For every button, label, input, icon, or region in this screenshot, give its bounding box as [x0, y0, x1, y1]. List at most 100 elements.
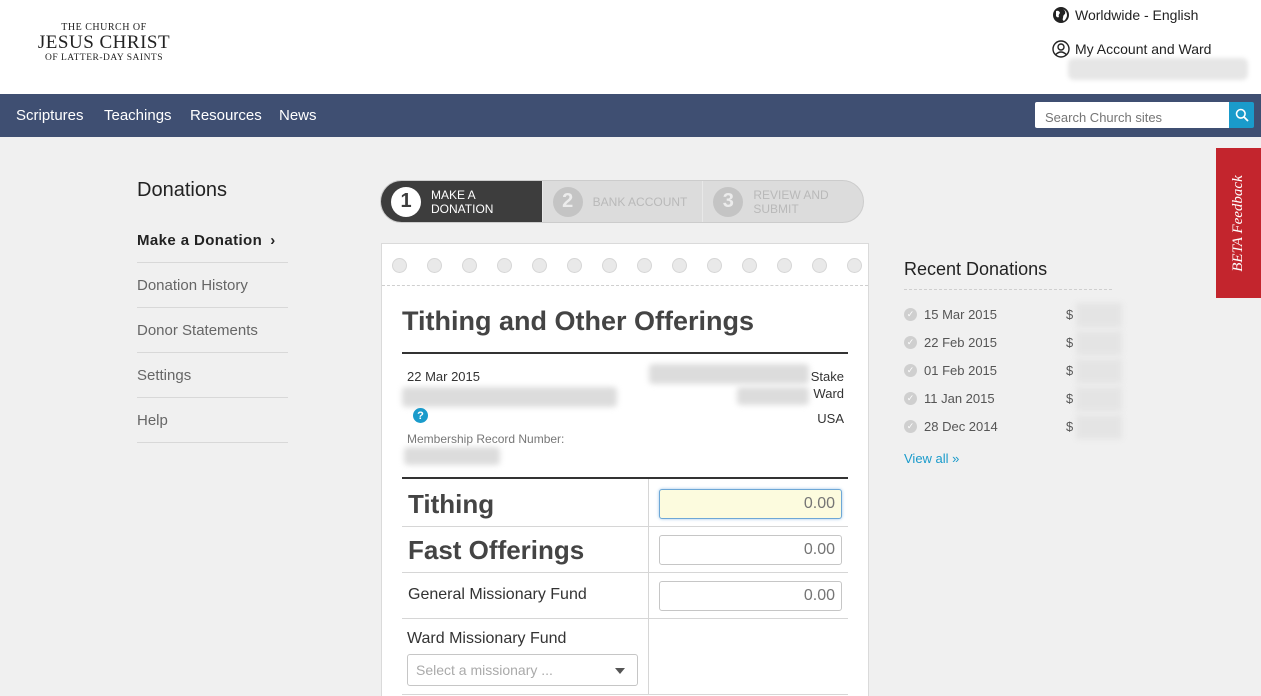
recent-donation-item: ✓ 15 Mar 2015 $ — [904, 303, 1122, 327]
user-icon — [1052, 40, 1070, 58]
language-label: Worldwide - English — [1075, 7, 1199, 23]
recent-donation-item: ✓ 11 Jan 2015 $ — [904, 387, 1122, 411]
sidebar-item-label: Donor Statements — [137, 321, 258, 339]
step-label: Review and Submit — [753, 187, 829, 216]
sidebar-item-donation-history[interactable]: Donation History — [137, 263, 288, 308]
recent-donation-item: ✓ 28 Dec 2014 $ — [904, 415, 1122, 439]
redacted-amount — [1076, 387, 1122, 411]
hole — [427, 258, 442, 273]
column-divider — [648, 573, 649, 618]
hole — [567, 258, 582, 273]
ward-label: Ward — [813, 386, 844, 401]
step-label: Bank Account — [592, 194, 688, 209]
notebook-holes — [382, 244, 868, 286]
tithing-amount-input[interactable] — [659, 489, 842, 519]
hole — [637, 258, 652, 273]
form-title: Tithing and Other Offerings — [402, 306, 755, 336]
stake-label: Stake — [810, 369, 844, 384]
hole — [602, 258, 617, 273]
sidebar-title: Donations — [137, 179, 228, 201]
language-selector[interactable]: Worldwide - English — [1052, 6, 1198, 24]
globe-icon — [1053, 7, 1069, 23]
check-icon: ✓ — [904, 392, 917, 405]
check-icon: ✓ — [904, 336, 917, 349]
recent-currency: $ — [1066, 419, 1074, 434]
step-number: 3 — [713, 186, 744, 217]
sidebar-item-label: Make a Donation — [137, 231, 263, 249]
redacted-membership-number — [404, 447, 500, 465]
hole — [812, 258, 827, 273]
site-header: THE CHURCH OF JESUS CHRIST OF LATTER-DAY… — [0, 0, 1261, 94]
redacted-amount — [1076, 331, 1122, 355]
title-divider — [402, 352, 848, 354]
general-missionary-amount-input[interactable] — [659, 581, 842, 611]
step-review-submit[interactable]: 3 Review and Submit — [702, 181, 863, 222]
fund-label: Ward Missionary Fund — [407, 630, 567, 647]
account-label: My Account and Ward — [1075, 41, 1212, 57]
donation-date: 22 Mar 2015 — [407, 369, 480, 384]
hole — [532, 258, 547, 273]
recent-date: 15 Mar 2015 — [924, 307, 997, 322]
sidebar-item-settings[interactable]: Settings — [137, 353, 288, 398]
check-icon: ✓ — [904, 420, 917, 433]
church-logo[interactable]: THE CHURCH OF JESUS CHRIST OF LATTER-DAY… — [34, 22, 174, 63]
fund-table: Tithing Fast Offerings General Missionar… — [402, 479, 848, 695]
column-divider — [648, 527, 649, 572]
nav-item-resources[interactable]: Resources — [190, 107, 262, 124]
sidebar-item-label: Settings — [137, 366, 192, 384]
fund-row-fast-offerings: Fast Offerings — [402, 527, 848, 573]
help-icon[interactable]: ? — [413, 408, 428, 423]
caret-down-icon — [615, 668, 625, 674]
hole — [707, 258, 722, 273]
sidebar-item-label: Help — [137, 411, 168, 429]
redacted-ward-name — [737, 387, 809, 405]
redacted-amount — [1076, 415, 1122, 439]
hole — [847, 258, 862, 273]
membership-record-label: Membership Record Number: — [407, 432, 565, 446]
nav-item-scriptures[interactable]: Scriptures — [16, 107, 84, 124]
hole — [462, 258, 477, 273]
sidebar-nav: Make a Donation › Donation History Donor… — [137, 218, 288, 443]
recent-currency: $ — [1066, 391, 1074, 406]
logo-line-2: JESUS CHRIST — [37, 32, 171, 53]
step-bank-account[interactable]: 2 Bank Account — [541, 181, 703, 222]
column-divider — [648, 479, 649, 526]
step-make-donation[interactable]: 1 Make a Donation — [381, 181, 542, 222]
redacted-donor-name — [402, 387, 617, 407]
check-icon: ✓ — [904, 364, 917, 377]
fund-label: Tithing — [408, 489, 495, 519]
nav-item-teachings[interactable]: Teachings — [104, 107, 172, 124]
recent-currency: $ — [1066, 363, 1074, 378]
hole — [777, 258, 792, 273]
hole — [742, 258, 757, 273]
fund-row-ward-missionary: Ward Missionary Fund Select a missionary… — [402, 619, 848, 695]
recent-donation-item: ✓ 22 Feb 2015 $ — [904, 331, 1122, 355]
logo-line-3: OF LATTER-DAY SAINTS — [44, 53, 164, 63]
redacted-amount — [1076, 359, 1122, 383]
fund-label: Fast Offerings — [408, 535, 585, 565]
recent-date: 11 Jan 2015 — [924, 391, 995, 406]
search-input[interactable] — [1035, 102, 1229, 128]
redacted-user-name — [1068, 58, 1248, 80]
redacted-stake-name — [649, 364, 809, 384]
select-placeholder: Select a missionary ... — [416, 662, 553, 678]
account-menu[interactable]: My Account and Ward — [1052, 40, 1211, 58]
recent-date: 01 Feb 2015 — [924, 363, 998, 378]
recent-currency: $ — [1066, 335, 1074, 350]
missionary-select[interactable]: Select a missionary ... — [407, 654, 638, 686]
search-button[interactable] — [1229, 102, 1254, 128]
sidebar-item-donor-statements[interactable]: Donor Statements — [137, 308, 288, 353]
donation-form-card: Tithing and Other Offerings 22 Mar 2015 … — [381, 243, 869, 696]
beta-feedback-tab[interactable]: BETA Feedback — [1216, 148, 1261, 298]
view-all-link[interactable]: View all » — [904, 451, 959, 466]
recent-currency: $ — [1066, 307, 1074, 322]
nav-item-news[interactable]: News — [279, 107, 317, 124]
sidebar-item-help[interactable]: Help — [137, 398, 288, 443]
fast-offerings-amount-input[interactable] — [659, 535, 842, 565]
main-nav: Scriptures Teachings Resources News — [0, 94, 1261, 137]
search-icon — [1235, 108, 1249, 122]
step-number: 2 — [552, 186, 583, 217]
progress-steps: 1 Make a Donation 2 Bank Account 3 Revie… — [380, 180, 864, 223]
hole — [497, 258, 512, 273]
sidebar-item-make-donation[interactable]: Make a Donation › — [137, 218, 288, 263]
